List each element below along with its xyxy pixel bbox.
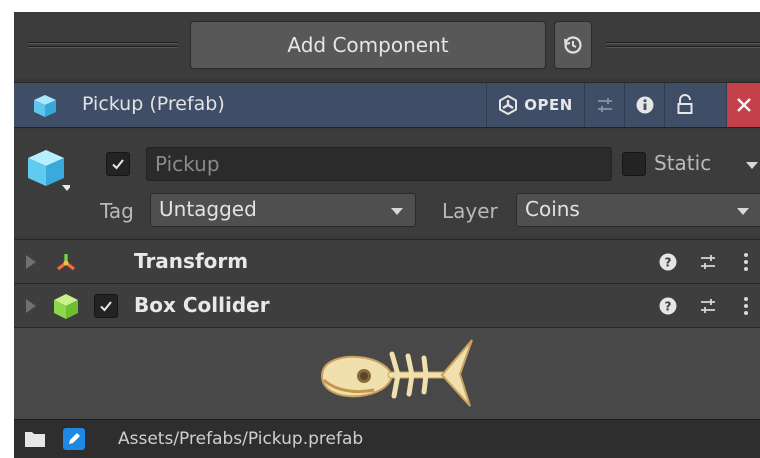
lock-button[interactable]	[664, 83, 704, 127]
layer-label: Layer	[442, 199, 498, 223]
edit-script-icon[interactable]	[62, 427, 86, 451]
folder-icon[interactable]	[24, 429, 46, 449]
more-vertical-icon	[744, 297, 748, 315]
history-button[interactable]	[554, 21, 592, 69]
chevron-down-icon	[737, 208, 749, 215]
checkmark-icon	[112, 159, 124, 170]
component-box-collider[interactable]: Box Collider ?	[14, 283, 760, 327]
name-value: Pickup	[155, 152, 220, 176]
foldout-arrow[interactable]	[26, 299, 36, 313]
prefab-preview	[14, 327, 760, 419]
open-label: OPEN	[524, 96, 573, 114]
static-checkbox[interactable]	[622, 152, 646, 176]
left-divider	[28, 40, 178, 50]
svg-text:?: ?	[665, 300, 672, 314]
footer-bar: Assets/Prefabs/Pickup.prefab	[14, 419, 760, 458]
help-button[interactable]: ?	[654, 292, 682, 320]
inspector-panel: Add Component Pickup (Prefab) OPEN Picku…	[14, 12, 760, 458]
prefab-title: Pickup (Prefab)	[82, 93, 225, 115]
component-name: Box Collider	[134, 293, 270, 317]
add-component-label: Add Component	[287, 33, 449, 57]
add-component-button[interactable]: Add Component	[190, 21, 546, 69]
layer-value: Coins	[525, 197, 580, 221]
svg-text:?: ?	[665, 256, 672, 270]
layer-select[interactable]: Coins	[516, 193, 760, 227]
asset-path: Assets/Prefabs/Pickup.prefab	[118, 429, 364, 449]
open-prefab-button[interactable]: OPEN	[486, 83, 584, 127]
more-vertical-icon	[744, 253, 748, 271]
right-divider	[606, 40, 760, 50]
context-menu-button[interactable]	[732, 248, 760, 276]
help-icon: ?	[659, 253, 677, 271]
presets-button[interactable]	[694, 292, 722, 320]
sliders-icon	[597, 98, 612, 112]
sliders-icon	[701, 299, 715, 313]
history-icon	[564, 36, 582, 54]
active-checkbox[interactable]	[106, 152, 130, 176]
component-name: Transform	[134, 249, 249, 273]
context-menu-button[interactable]	[732, 292, 760, 320]
sliders-icon	[701, 255, 715, 269]
gameobject-settings: Pickup Static Tag Untagged Layer Coins	[14, 129, 760, 237]
tag-select[interactable]: Untagged	[150, 193, 416, 227]
close-button[interactable]	[726, 83, 760, 127]
chevron-down-icon	[391, 208, 403, 215]
fish-bone-model	[320, 339, 473, 407]
transform-icon	[57, 254, 75, 271]
tag-value: Untagged	[159, 197, 257, 221]
add-component-bar: Add Component	[14, 12, 760, 78]
info-icon	[636, 96, 653, 114]
static-dropdown-arrow[interactable]	[746, 162, 758, 169]
component-transform[interactable]: Transform ?	[14, 239, 760, 283]
name-field[interactable]: Pickup	[146, 147, 612, 181]
checkmark-icon	[100, 301, 112, 312]
static-label: Static	[654, 151, 712, 175]
component-enabled-checkbox[interactable]	[94, 294, 118, 318]
help-button[interactable]: ?	[654, 248, 682, 276]
box-collider-icon	[54, 294, 78, 319]
prefab-header: Pickup (Prefab) OPEN	[14, 82, 760, 128]
foldout-arrow[interactable]	[26, 255, 36, 269]
unity-logo-icon	[499, 95, 518, 115]
close-icon	[736, 98, 751, 112]
overrides-button[interactable]	[584, 83, 624, 127]
tag-label: Tag	[100, 199, 134, 223]
presets-button[interactable]	[694, 248, 722, 276]
help-icon: ?	[659, 297, 677, 315]
gameobject-cube-icon[interactable]	[26, 147, 70, 191]
info-button[interactable]	[624, 83, 664, 127]
lock-icon	[677, 94, 692, 114]
prefab-cube-icon	[34, 95, 56, 117]
